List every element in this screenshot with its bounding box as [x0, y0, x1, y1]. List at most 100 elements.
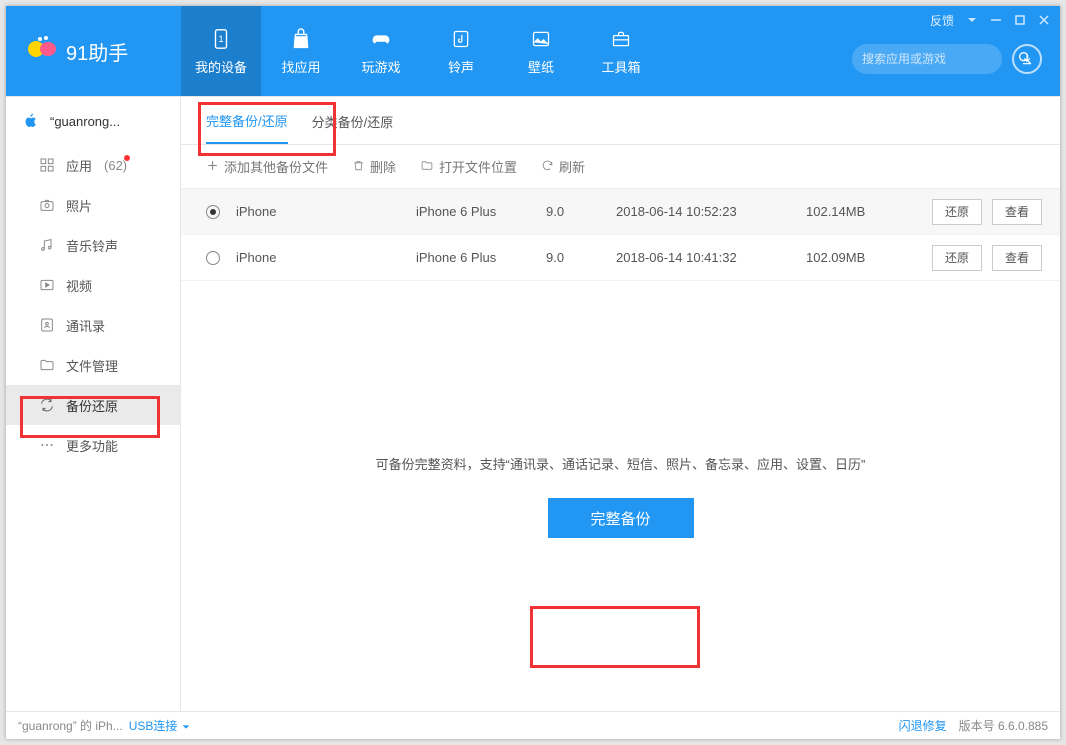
backup-size: 102.09MB — [806, 250, 926, 265]
backup-row[interactable]: iPhone iPhone 6 Plus 9.0 2018-06-14 10:4… — [181, 235, 1060, 281]
gamepad-icon — [368, 26, 394, 52]
backup-list: iPhone iPhone 6 Plus 9.0 2018-06-14 10:5… — [181, 189, 1060, 281]
backup-model: iPhone 6 Plus — [416, 204, 546, 219]
content: 完整备份/还原 分类备份/还原 添加其他备份文件 删除 打开文件位置 — [181, 97, 1060, 711]
nav-label: 铃声 — [448, 57, 474, 76]
menu-dropdown-icon[interactable] — [966, 14, 978, 26]
sync-icon — [38, 396, 56, 414]
music-note-icon — [38, 236, 56, 254]
sidebar-label: 视频 — [66, 276, 92, 295]
camera-icon — [38, 196, 56, 214]
tab-full-backup[interactable]: 完整备份/还原 — [206, 98, 288, 144]
sidebar-item-music[interactable]: 音乐铃声 — [6, 225, 180, 265]
tool-open-location[interactable]: 打开文件位置 — [420, 157, 517, 176]
view-button[interactable]: 查看 — [992, 199, 1042, 225]
backup-size: 102.14MB — [806, 204, 926, 219]
tool-delete[interactable]: 删除 — [352, 157, 396, 176]
sidebar-item-videos[interactable]: 视频 — [6, 265, 180, 305]
nav-my-device[interactable]: 1 我的设备 — [181, 6, 261, 96]
device-name: “guanrong... — [50, 114, 120, 129]
app-logo-icon — [26, 33, 58, 70]
tool-label: 打开文件位置 — [439, 157, 517, 176]
apps-icon — [38, 156, 56, 174]
toolbar: 添加其他备份文件 删除 打开文件位置 刷新 — [181, 145, 1060, 189]
sidebar-label: 文件管理 — [66, 356, 118, 375]
contacts-icon — [38, 316, 56, 334]
feedback-link[interactable]: 反馈 — [930, 12, 954, 29]
apple-icon — [22, 112, 40, 130]
nav-wallpapers[interactable]: 壁纸 — [501, 6, 581, 96]
tool-label: 添加其他备份文件 — [224, 157, 328, 176]
nav-label: 找应用 — [281, 57, 320, 76]
tabbar: 完整备份/还原 分类备份/还原 — [181, 97, 1060, 145]
sidebar-item-apps[interactable]: 应用 (62) — [6, 145, 180, 185]
nav-label: 玩游戏 — [361, 57, 400, 76]
more-icon — [38, 436, 56, 454]
refresh-icon — [541, 159, 554, 175]
tool-add-backup[interactable]: 添加其他备份文件 — [206, 157, 328, 176]
restore-button[interactable]: 还原 — [932, 245, 982, 271]
update-dot-icon — [124, 155, 130, 161]
app-name: 91助手 — [66, 37, 128, 66]
sidebar-item-photos[interactable]: 照片 — [6, 185, 180, 225]
sidebar-item-contacts[interactable]: 通讯录 — [6, 305, 180, 345]
download-button[interactable] — [1012, 44, 1042, 74]
status-connection[interactable]: USB连接 — [129, 717, 191, 734]
titlebar-controls: 反馈 — [930, 6, 1060, 34]
header: 91助手 1 我的设备 找应用 玩游戏 铃声 壁纸 — [6, 6, 1060, 96]
close-button[interactable] — [1038, 14, 1050, 26]
sidebar-label: 音乐铃声 — [66, 236, 118, 255]
sidebar-label: 更多功能 — [66, 436, 118, 455]
backup-name: iPhone — [236, 204, 416, 219]
sidebar-item-backup[interactable]: 备份还原 — [6, 385, 180, 425]
nav-label: 壁纸 — [528, 57, 554, 76]
tool-label: 删除 — [370, 157, 396, 176]
view-button[interactable]: 查看 — [992, 245, 1042, 271]
backup-time: 2018-06-14 10:52:23 — [616, 204, 806, 219]
folder-icon — [38, 356, 56, 374]
sidebar-item-more[interactable]: 更多功能 — [6, 425, 180, 465]
nav-bar: 1 我的设备 找应用 玩游戏 铃声 壁纸 工具箱 — [181, 6, 661, 96]
tool-label: 刷新 — [559, 157, 585, 176]
maximize-button[interactable] — [1014, 14, 1026, 26]
sidebar-device[interactable]: “guanrong... — [6, 97, 180, 145]
status-device: “guanrong” 的 iPh... — [18, 717, 123, 734]
nav-label: 工具箱 — [601, 57, 640, 76]
nav-toolbox[interactable]: 工具箱 — [581, 6, 661, 96]
nav-label: 我的设备 — [195, 57, 247, 76]
radio-button[interactable] — [206, 205, 220, 219]
crash-fix-link[interactable]: 闪退修复 — [899, 717, 947, 734]
logo: 91助手 — [6, 33, 181, 70]
tool-refresh[interactable]: 刷新 — [541, 157, 585, 176]
restore-button[interactable]: 还原 — [932, 199, 982, 225]
backup-os: 9.0 — [546, 204, 616, 219]
version-label: 版本号 6.6.0.885 — [959, 717, 1048, 734]
nav-find-apps[interactable]: 找应用 — [261, 6, 341, 96]
radio-button[interactable] — [206, 251, 220, 265]
tab-category-backup[interactable]: 分类备份/还原 — [312, 98, 394, 144]
toolbox-icon — [608, 26, 634, 52]
trash-icon — [352, 159, 365, 175]
backup-hint: 可备份完整资料，支持“通讯录、通话记录、短信、照片、备忘录、应用、设置、日历” — [376, 454, 866, 473]
nav-games[interactable]: 玩游戏 — [341, 6, 421, 96]
backup-os: 9.0 — [546, 250, 616, 265]
sidebar-item-files[interactable]: 文件管理 — [6, 345, 180, 385]
backup-name: iPhone — [236, 250, 416, 265]
statusbar: “guanrong” 的 iPh... USB连接 闪退修复 版本号 6.6.0… — [6, 711, 1060, 739]
sidebar-label: 通讯录 — [66, 316, 105, 335]
phone-icon: 1 — [208, 26, 234, 52]
bottom-action-area: 可备份完整资料，支持“通讯录、通话记录、短信、照片、备忘录、应用、设置、日历” … — [181, 281, 1060, 711]
full-backup-button[interactable]: 完整备份 — [548, 498, 694, 538]
minimize-button[interactable] — [990, 14, 1002, 26]
search-box[interactable] — [852, 44, 1002, 74]
image-icon — [528, 26, 554, 52]
backup-row[interactable]: iPhone iPhone 6 Plus 9.0 2018-06-14 10:5… — [181, 189, 1060, 235]
music-icon — [448, 26, 474, 52]
nav-ringtones[interactable]: 铃声 — [421, 6, 501, 96]
search-input[interactable] — [862, 52, 1017, 66]
video-icon — [38, 276, 56, 294]
plus-icon — [206, 159, 219, 175]
sidebar: “guanrong... 应用 (62) 照片 音乐铃声 视频 — [6, 97, 181, 711]
backup-model: iPhone 6 Plus — [416, 250, 546, 265]
sidebar-label: 照片 — [66, 196, 92, 215]
